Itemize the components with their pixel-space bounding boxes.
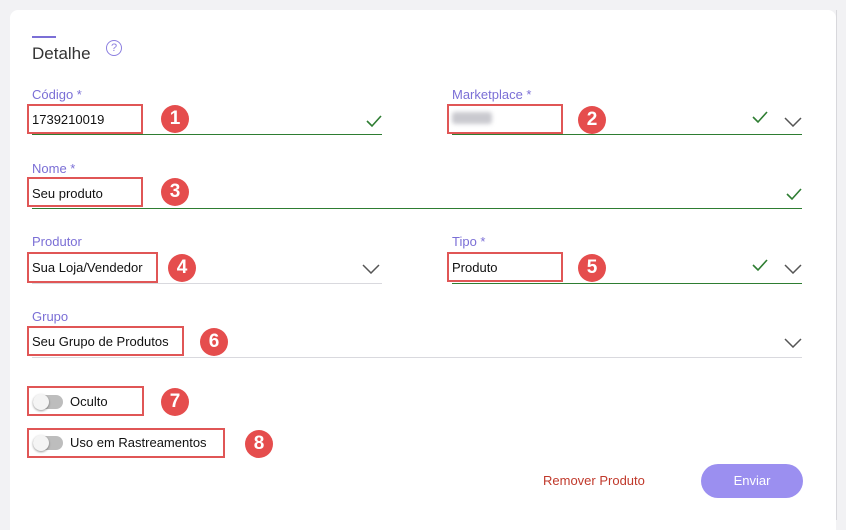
tipo-underline [452,283,802,284]
marketplace-highlight [447,104,563,134]
rastreamentos-highlight [27,428,225,458]
codigo-underline [32,134,382,135]
marketplace-valid-check-icon [752,111,768,124]
produtor-label: Produtor [32,234,82,249]
marker-4: 4 [168,254,196,282]
produtor-underline [32,283,382,284]
marketplace-label: Marketplace * [452,87,532,102]
submit-button[interactable]: Enviar [701,464,803,498]
nome-valid-check-icon [786,188,802,201]
marker-8: 8 [245,430,273,458]
codigo-valid-check-icon [366,115,382,128]
codigo-label: Código * [32,87,82,102]
marketplace-chevron-down-icon[interactable] [784,117,802,127]
nome-highlight [27,177,143,207]
grupo-underline [32,357,802,358]
remove-product-link[interactable]: Remover Produto [543,473,645,488]
marker-6: 6 [200,328,228,356]
section-title: Detalhe [32,44,91,63]
tipo-valid-check-icon [752,259,768,272]
nome-underline [32,208,802,209]
marker-1: 1 [161,105,189,133]
scroll-edge [836,10,837,520]
grupo-label: Grupo [32,309,69,324]
marker-7: 7 [161,388,189,416]
tipo-highlight [447,252,563,282]
grupo-highlight [27,326,184,356]
produtor-highlight [27,252,158,283]
marker-5: 5 [578,254,606,282]
help-icon[interactable]: ? [106,40,122,56]
oculto-highlight [27,386,144,416]
tipo-chevron-down-icon[interactable] [784,264,802,274]
produtor-chevron-down-icon[interactable] [362,264,380,274]
section-accent-bar [32,36,56,38]
marketplace-underline [452,134,802,135]
nome-label: Nome * [32,161,76,176]
tipo-label: Tipo * [452,234,486,249]
marker-2: 2 [578,106,606,134]
marker-3: 3 [161,178,189,206]
codigo-highlight [27,104,143,134]
grupo-chevron-down-icon[interactable] [784,338,802,348]
